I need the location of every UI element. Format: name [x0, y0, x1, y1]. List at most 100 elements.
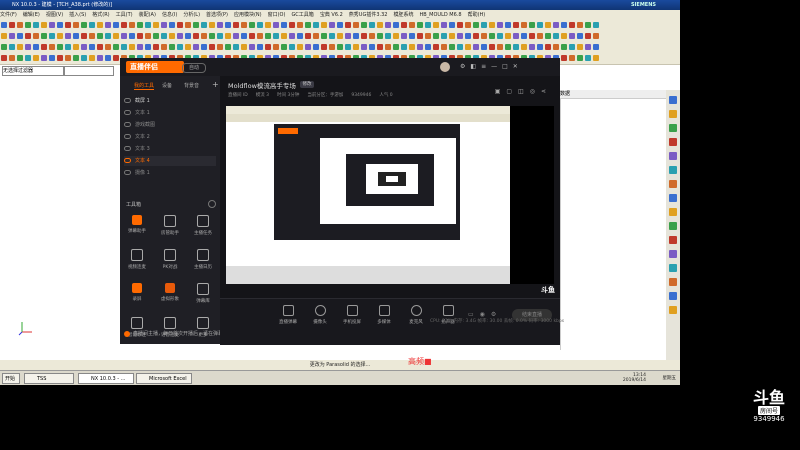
toolbar-icon[interactable]: [321, 33, 327, 39]
resource-bar-icon[interactable]: [669, 166, 677, 174]
tab-bg-audio[interactable]: 背景音: [184, 82, 199, 89]
toolbar-icon[interactable]: [233, 44, 239, 50]
toolbar-icon[interactable]: [201, 22, 207, 28]
toolbar-icon[interactable]: [25, 33, 31, 39]
toolbar-icon[interactable]: [105, 44, 111, 50]
toolbar-icon[interactable]: [577, 33, 583, 39]
tab-devices[interactable]: 设备: [162, 82, 172, 89]
toolbar-icon[interactable]: [561, 22, 567, 28]
toolbar-icon[interactable]: [425, 22, 431, 28]
nx-menu-bar[interactable]: 文件(F) 编辑(E) 视图(V) 插入(S) 格式(R) 工具(T) 装配(A) 信息(I)…: [0, 10, 680, 20]
eye-icon[interactable]: [124, 158, 131, 163]
toolbar-icon[interactable]: [497, 44, 503, 50]
toolbar-icon[interactable]: [121, 22, 127, 28]
toolbar-icon[interactable]: [545, 22, 551, 28]
toolbar-icon[interactable]: [217, 44, 223, 50]
toolbar-icon[interactable]: [65, 55, 71, 61]
toolbar-icon[interactable]: [97, 55, 103, 61]
toolbar-icon[interactable]: [249, 22, 255, 28]
toolbar-icon[interactable]: [89, 55, 95, 61]
toolbar-icon[interactable]: [17, 55, 23, 61]
toolbar-icon[interactable]: [129, 22, 135, 28]
toolbar-icon[interactable]: [553, 33, 559, 39]
toolbar-icon[interactable]: [561, 55, 567, 61]
toolbar-icon[interactable]: [281, 22, 287, 28]
toolbar-icon[interactable]: [593, 44, 599, 50]
toolbar-icon[interactable]: [361, 22, 367, 28]
toolbar-icon[interactable]: [121, 33, 127, 39]
toolbar-icon[interactable]: [569, 22, 575, 28]
toolbar-icon[interactable]: [297, 44, 303, 50]
toolbar-icon[interactable]: [233, 33, 239, 39]
toolbar-icon[interactable]: [241, 33, 247, 39]
minimize-icon[interactable]: —: [491, 63, 502, 70]
eye-icon[interactable]: [124, 122, 131, 127]
menu-item[interactable]: 插入(S): [69, 12, 86, 18]
scene-item[interactable]: 摄像 1: [124, 168, 216, 178]
toolbar-icon[interactable]: [441, 22, 447, 28]
toolbar-icon[interactable]: [17, 22, 23, 28]
toolbar-icon[interactable]: [49, 55, 55, 61]
toolbar-icon[interactable]: [409, 44, 415, 50]
toolbar-icon[interactable]: [89, 44, 95, 50]
toolbar-icon[interactable]: [425, 33, 431, 39]
toolbar-icon[interactable]: [57, 44, 63, 50]
toolbar-icon[interactable]: [25, 44, 31, 50]
avatar[interactable]: [440, 62, 450, 72]
toolbar-icon[interactable]: [241, 44, 247, 50]
toolbar-icon[interactable]: [177, 44, 183, 50]
toolbar-icon[interactable]: [49, 33, 55, 39]
menu-item[interactable]: 宝典 V6.2: [320, 12, 343, 18]
menu-item[interactable]: 窗口(O): [268, 12, 286, 18]
toolbar-icon[interactable]: [465, 33, 471, 39]
resource-bar-icon[interactable]: [669, 194, 677, 202]
menu-item[interactable]: 工具(T): [116, 12, 133, 18]
toolbar-icon[interactable]: [201, 33, 207, 39]
menu-item[interactable]: 信息(I): [162, 12, 177, 18]
resource-bar-icon[interactable]: [669, 180, 677, 188]
toolbar-icon[interactable]: [33, 55, 39, 61]
tool-calendar[interactable]: 主播日历: [188, 246, 218, 276]
toolbar-icon[interactable]: [305, 44, 311, 50]
toolbar-icon[interactable]: [161, 33, 167, 39]
toolbar-icon[interactable]: [273, 44, 279, 50]
toolbar-icon[interactable]: [161, 44, 167, 50]
toolbar-icon[interactable]: [281, 44, 287, 50]
toolbar-icon[interactable]: [593, 22, 599, 28]
toolbar-icon[interactable]: [409, 22, 415, 28]
toolbar-icon[interactable]: [65, 22, 71, 28]
toolbar-icon[interactable]: [449, 44, 455, 50]
toolbar-icon[interactable]: [97, 33, 103, 39]
toolbar-icon[interactable]: [569, 44, 575, 50]
toolbar-icon[interactable]: [441, 33, 447, 39]
toolbar-icon[interactable]: [449, 22, 455, 28]
stream-preview[interactable]: [226, 106, 510, 284]
toolbar-icon[interactable]: [489, 33, 495, 39]
toolbar-icon[interactable]: [401, 33, 407, 39]
eye-icon[interactable]: [124, 170, 131, 175]
toolbar-icon[interactable]: [297, 22, 303, 28]
close-icon[interactable]: ✕: [513, 63, 523, 70]
toolbar-icon[interactable]: [401, 44, 407, 50]
toolbar-icon[interactable]: [577, 44, 583, 50]
toolbar-icon[interactable]: [49, 44, 55, 50]
toolbar-icon[interactable]: [145, 33, 151, 39]
toolbar-icon[interactable]: [145, 22, 151, 28]
menu-item[interactable]: 视图(V): [46, 12, 63, 18]
toolbar-icon[interactable]: [97, 44, 103, 50]
resource-bar-icon[interactable]: [669, 208, 677, 216]
toolbar-icon[interactable]: [417, 22, 423, 28]
toolbar-icon[interactable]: [73, 55, 79, 61]
toolbar-icon[interactable]: [353, 33, 359, 39]
toolbar-icon[interactable]: [257, 22, 263, 28]
toolbar-icon[interactable]: [577, 22, 583, 28]
toolbar-icon[interactable]: [1, 44, 7, 50]
toolbar-icon[interactable]: [185, 33, 191, 39]
toolbar-icon[interactable]: [129, 44, 135, 50]
tab-my-tools[interactable]: 我的工具: [134, 82, 155, 90]
menu-item[interactable]: 应用模块(N): [234, 12, 262, 18]
toolbar-icon[interactable]: [9, 44, 15, 50]
selection-filter-combo[interactable]: 无选择过滤器: [2, 66, 64, 76]
toolbar-icon[interactable]: [545, 44, 551, 50]
toolbar-icon[interactable]: [105, 22, 111, 28]
